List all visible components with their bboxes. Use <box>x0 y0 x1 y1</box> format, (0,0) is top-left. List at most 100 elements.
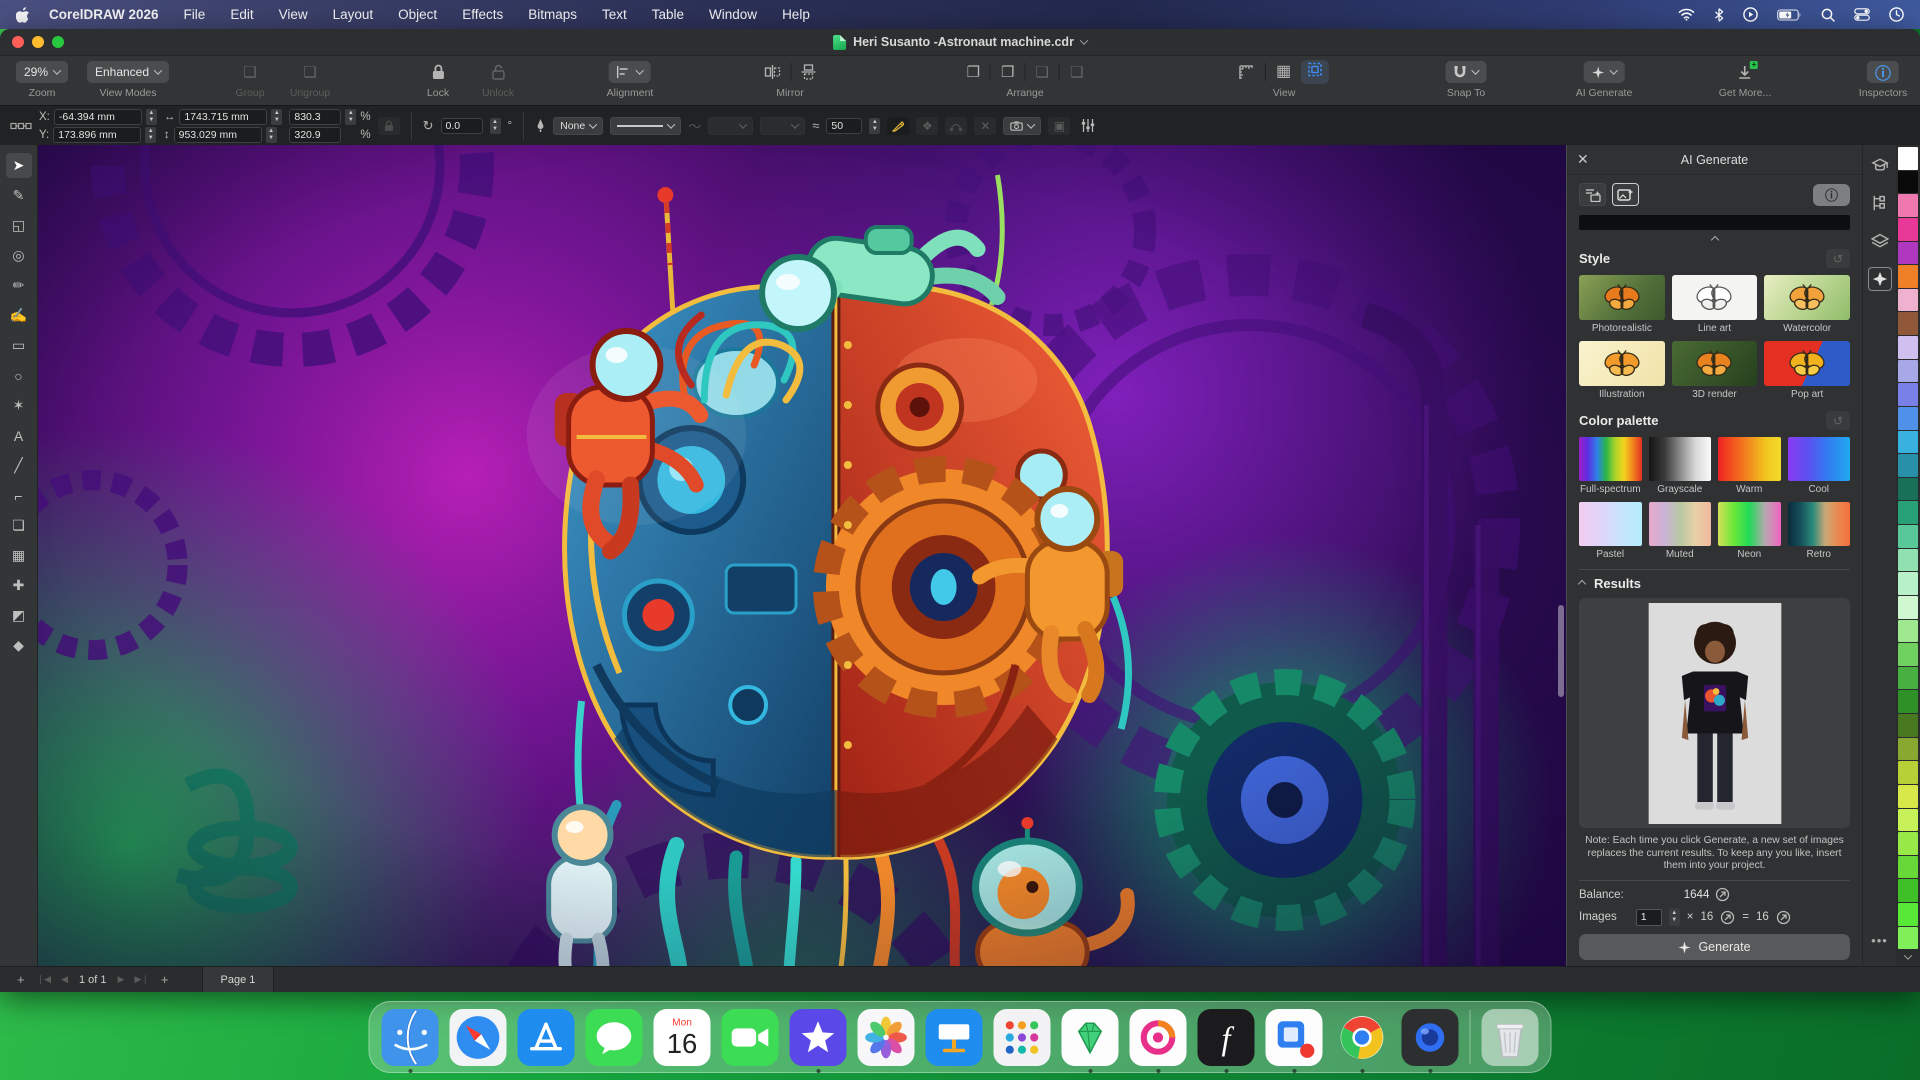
palette-option-muted[interactable]: Muted <box>1648 502 1711 560</box>
menu-item-view[interactable]: View <box>279 7 308 22</box>
menu-item-bitmaps[interactable]: Bitmaps <box>528 7 577 22</box>
bluetooth-icon[interactable] <box>1714 7 1724 22</box>
palette-swatch-22[interactable] <box>1898 666 1918 690</box>
scale-stepper[interactable]: ▲ ▼ <box>345 108 357 125</box>
first-page-button[interactable]: ❘◀ <box>32 974 56 985</box>
freehand-tool[interactable]: ✏ <box>6 273 32 298</box>
end-arrowhead-dropdown[interactable] <box>760 116 806 135</box>
shadow-tool[interactable]: ❏ <box>6 513 32 538</box>
outline-width-dropdown[interactable]: None <box>553 116 604 135</box>
grid-icon[interactable]: ▦ <box>1276 64 1291 80</box>
document-title-area[interactable]: Heri Susanto -Astronaut machine.cdr <box>833 34 1089 50</box>
calendar-dock-icon[interactable]: Mon 16 <box>653 1008 711 1066</box>
y-stepper[interactable]: ▲ ▼ <box>145 126 157 143</box>
style-option-photorealistic[interactable]: Photorealistic <box>1579 275 1665 334</box>
palette-swatch-3[interactable] <box>1898 217 1918 241</box>
object-height-input[interactable]: 953.029 mm <box>173 126 262 143</box>
lock-icon[interactable] <box>432 64 445 80</box>
mirror-vertical-icon[interactable] <box>801 64 816 80</box>
close-window-button[interactable] <box>12 36 24 48</box>
wrap-text-button[interactable]: ❖ <box>916 116 939 135</box>
options-sliders-icon[interactable] <box>1081 119 1095 132</box>
zoom-level-dropdown[interactable]: 29% <box>15 61 69 83</box>
images-count-input[interactable]: 1 <box>1635 908 1662 926</box>
style-option-illustration[interactable]: Illustration <box>1579 341 1665 400</box>
palette-swatch-2[interactable] <box>1898 194 1918 217</box>
polygon-tool[interactable]: ✶ <box>6 393 32 418</box>
rectangle-tool[interactable]: ▭ <box>6 333 32 358</box>
capture-dock-icon[interactable] <box>1265 1008 1323 1066</box>
x-position-input[interactable]: -64.394 mm <box>53 108 142 125</box>
speaker-app-dock-icon[interactable] <box>1401 1008 1459 1066</box>
get-more-icon[interactable]: + <box>1738 60 1758 80</box>
clock-icon[interactable] <box>1889 7 1904 22</box>
style-option-line-art[interactable]: Line art <box>1671 275 1758 334</box>
finder-dock-icon[interactable] <box>381 1008 439 1066</box>
palette-swatch-14[interactable] <box>1898 477 1918 501</box>
connector-tool[interactable]: ⌐ <box>6 483 32 508</box>
palette-swatch-9[interactable] <box>1898 359 1918 383</box>
snapshot-dropdown[interactable] <box>1003 116 1042 135</box>
style-option-watercolor[interactable]: Watercolor <box>1764 275 1850 334</box>
height-stepper[interactable]: ▲ ▼ <box>265 126 277 143</box>
menu-item-object[interactable]: Object <box>398 7 437 22</box>
palette-swatch-24[interactable] <box>1898 714 1918 737</box>
width-stepper[interactable]: ▲ ▼ <box>271 108 283 125</box>
palette-swatch-4[interactable] <box>1898 241 1918 265</box>
group-icon[interactable]: ❑ <box>243 65 256 80</box>
ellipse-tool[interactable]: ○ <box>6 363 32 388</box>
eyedropper-tool[interactable]: ✚ <box>6 573 32 598</box>
coreldraw-dock-icon[interactable] <box>1061 1008 1119 1066</box>
to-front-icon[interactable]: ❐ <box>967 65 980 80</box>
panel-more-options[interactable]: ••• <box>1871 933 1888 948</box>
rulers-icon[interactable] <box>1239 64 1255 80</box>
x-stepper[interactable]: ▲ ▼ <box>145 108 157 125</box>
effects-button[interactable]: ▣ <box>1048 116 1071 135</box>
prev-page-button[interactable]: ◀ <box>56 974 73 985</box>
drawing-canvas[interactable] <box>38 145 1566 966</box>
palette-swatch-8[interactable] <box>1898 336 1918 359</box>
palette-swatch-11[interactable] <box>1898 406 1918 430</box>
palette-swatch-26[interactable] <box>1898 761 1918 784</box>
palette-swatch-18[interactable] <box>1898 572 1918 595</box>
edit-nodes-button[interactable] <box>945 116 968 135</box>
battery-icon[interactable] <box>1777 8 1802 21</box>
palette-swatch-28[interactable] <box>1898 808 1918 832</box>
docker-tab-properties[interactable] <box>1868 191 1892 215</box>
convert-to-curves-button[interactable]: ✕ <box>974 116 997 135</box>
font-manager-dock-icon[interactable]: f <box>1197 1008 1255 1066</box>
snap-to-dropdown[interactable] <box>1445 61 1487 83</box>
last-page-button[interactable]: ▶❘ <box>129 974 153 985</box>
unlock-icon[interactable] <box>491 64 505 80</box>
safari-dock-icon[interactable] <box>449 1008 507 1066</box>
ai-pen-button[interactable] <box>887 116 910 135</box>
palette-swatch-30[interactable] <box>1898 855 1918 879</box>
next-page-button[interactable]: ▶ <box>113 974 130 985</box>
y-position-input[interactable]: 173.896 mm <box>53 126 142 143</box>
palette-swatch-21[interactable] <box>1898 643 1918 666</box>
smoothing-stepper[interactable]: ▲ ▼ <box>869 117 881 134</box>
docker-tab-objects[interactable] <box>1868 229 1892 253</box>
mesh-fill-tool[interactable]: ▦ <box>6 543 32 568</box>
palette-option-cool[interactable]: Cool <box>1787 437 1850 495</box>
generate-button[interactable]: Generate <box>1579 934 1850 960</box>
image-to-image-toggle[interactable] <box>1612 183 1639 206</box>
minimize-window-button[interactable] <box>32 36 44 48</box>
menu-item-edit[interactable]: Edit <box>230 7 253 22</box>
palette-option-retro[interactable]: Retro <box>1787 502 1850 560</box>
rotation-angle-input[interactable]: 0.0 <box>440 117 483 134</box>
scale-height-input[interactable]: 320.9 <box>289 126 342 143</box>
apple-menu-icon[interactable] <box>16 6 31 23</box>
messages-dock-icon[interactable] <box>585 1008 643 1066</box>
style-reset-button[interactable]: ↺ <box>1826 249 1850 268</box>
smoothing-input[interactable]: 50 <box>826 117 863 134</box>
palette-option-grayscale[interactable]: Grayscale <box>1648 437 1711 495</box>
palette-option-full-spectrum[interactable]: Full-spectrum <box>1579 437 1642 495</box>
palette-swatch-32[interactable] <box>1898 903 1918 926</box>
palette-option-neon[interactable]: Neon <box>1718 502 1781 560</box>
palette-swatch-13[interactable] <box>1898 454 1918 477</box>
line-tool[interactable]: ╱ <box>6 453 32 478</box>
palette-scroll-down[interactable] <box>1898 950 1918 964</box>
launchpad-dock-icon[interactable] <box>993 1008 1051 1066</box>
add-page-button[interactable]: + <box>10 972 32 987</box>
